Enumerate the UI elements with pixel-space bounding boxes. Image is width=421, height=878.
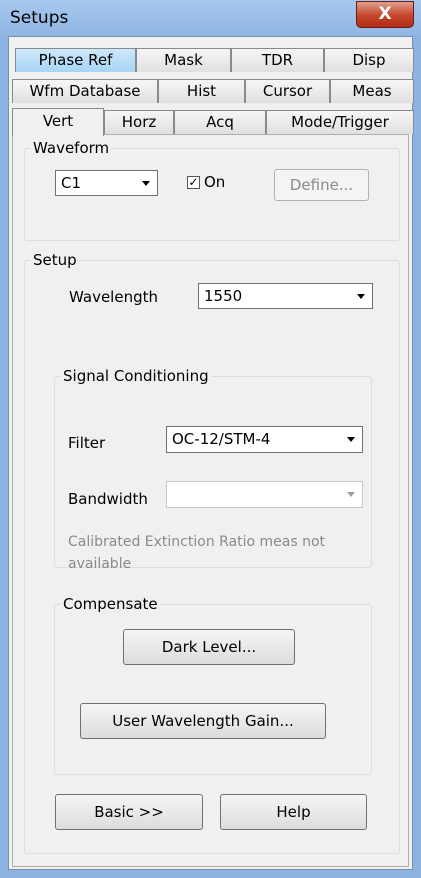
bandwidth-label: Bandwidth (68, 490, 148, 508)
chevron-down-icon (347, 492, 355, 497)
chevron-down-icon (357, 294, 365, 299)
compensate-legend: Compensate (63, 595, 158, 613)
user-wavelength-gain-button[interactable]: User Wavelength Gain... (80, 703, 326, 739)
chevron-down-icon (142, 181, 150, 186)
wavelength-value: 1550 (204, 287, 243, 305)
tab-phase-ref[interactable]: Phase Ref (15, 48, 136, 72)
dark-level-button[interactable]: Dark Level... (123, 629, 295, 665)
filter-value: OC-12/STM-4 (172, 430, 271, 448)
signal-conditioning-legend: Signal Conditioning (63, 367, 209, 385)
close-icon: X (378, 4, 392, 24)
filter-select[interactable]: OC-12/STM-4 (166, 426, 363, 453)
channel-value: C1 (61, 174, 82, 192)
title-bar[interactable]: Setups X (0, 0, 421, 36)
check-icon: ✓ (188, 175, 199, 189)
tab-horz[interactable]: Horz (104, 110, 174, 134)
extinction-ratio-note: Calibrated Extinction Ratio meas not ava… (68, 534, 326, 572)
on-checkbox[interactable]: ✓ (187, 176, 200, 189)
tab-hist[interactable]: Hist (158, 79, 245, 103)
compensate-group: Compensate (54, 595, 372, 775)
chevron-down-icon (347, 437, 355, 442)
tab-acq[interactable]: Acq (174, 110, 266, 134)
vert-tab-panel: Waveform C1 ✓ On Define... Setup Wavelen… (12, 134, 409, 867)
setup-legend: Setup (33, 251, 77, 269)
dialog-client-area: Phase Ref Mask TDR Disp Wfm Database His… (8, 36, 414, 870)
wavelength-label: Wavelength (69, 288, 158, 306)
tab-disp[interactable]: Disp (324, 48, 414, 72)
wavelength-select[interactable]: 1550 (198, 283, 373, 309)
tab-mode-trigger[interactable]: Mode/Trigger (266, 110, 414, 134)
basic-button[interactable]: Basic >> (55, 794, 203, 830)
channel-select[interactable]: C1 (55, 170, 158, 196)
tab-cursor[interactable]: Cursor (245, 79, 330, 103)
waveform-legend: Waveform (33, 139, 110, 157)
tab-vert[interactable]: Vert (12, 108, 104, 136)
window-title: Setups (10, 8, 69, 28)
filter-label: Filter (68, 434, 106, 452)
tab-tdr[interactable]: TDR (231, 48, 324, 72)
tab-wfm-database[interactable]: Wfm Database (12, 79, 158, 103)
on-label: On (204, 173, 226, 191)
help-button[interactable]: Help (220, 794, 367, 830)
setups-window: Setups X Phase Ref Mask TDR Disp Wfm Dat… (0, 0, 421, 878)
tab-meas[interactable]: Meas (330, 79, 414, 103)
bandwidth-select[interactable] (166, 481, 363, 508)
tab-mask[interactable]: Mask (136, 48, 231, 72)
define-button[interactable]: Define... (274, 169, 369, 201)
close-button[interactable]: X (356, 1, 414, 28)
